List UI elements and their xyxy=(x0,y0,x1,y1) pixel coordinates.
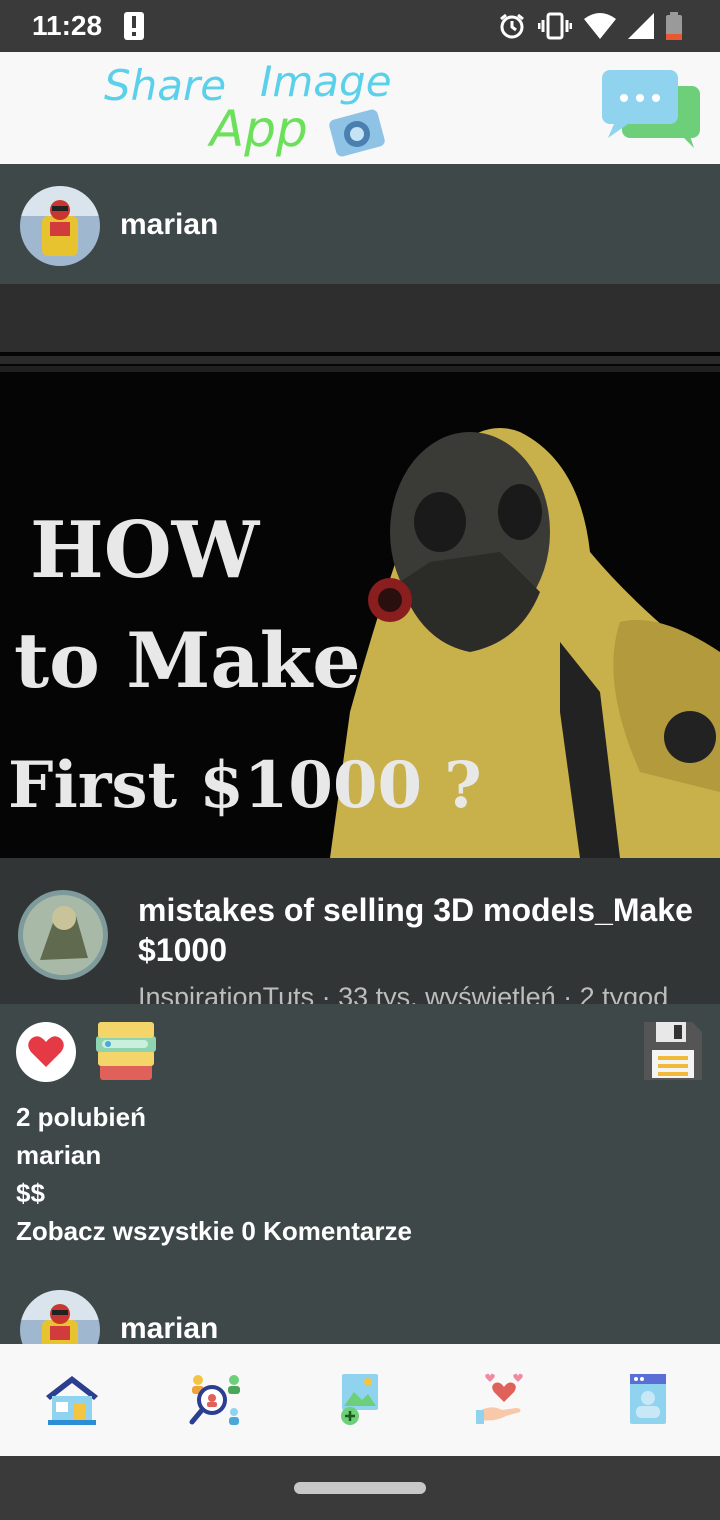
svg-text:Share: Share xyxy=(104,61,226,110)
home-icon[interactable] xyxy=(44,1372,100,1428)
signal-icon xyxy=(628,13,654,39)
next-post-avatar[interactable] xyxy=(20,1290,100,1344)
battery-icon xyxy=(666,12,682,40)
video-title[interactable]: mistakes of selling 3D models_Make $1000 xyxy=(138,890,718,970)
like-button[interactable] xyxy=(16,1022,76,1082)
heart-icon xyxy=(28,1036,64,1067)
chat-button[interactable] xyxy=(598,66,706,148)
svg-text:App: App xyxy=(207,100,308,158)
svg-text:Image: Image xyxy=(260,57,392,106)
status-bar: 11:28 xyxy=(0,0,720,52)
svg-text:to Make: to Make xyxy=(14,616,361,705)
bottom-nav xyxy=(0,1344,720,1456)
camera-icon xyxy=(329,109,385,157)
home-gesture-pill[interactable] xyxy=(294,1482,426,1494)
view-comments-link[interactable]: Zobacz wszystkie 0 Komentarze xyxy=(16,1216,412,1247)
status-time: 11:28 xyxy=(32,10,103,41)
post-header[interactable]: marian xyxy=(0,166,720,284)
system-nav-bar xyxy=(0,1456,720,1520)
channel-avatar[interactable] xyxy=(18,890,108,980)
caption-username[interactable]: marian xyxy=(16,1140,101,1171)
profile-icon[interactable] xyxy=(620,1372,676,1428)
post-image[interactable]: HOW to Make First $1000 ? xyxy=(0,352,720,858)
video-meta: InspirationTuts · 33 tys. wyświetleń · 2… xyxy=(138,982,669,1004)
donate-heart-icon[interactable] xyxy=(476,1372,532,1428)
media-spacer xyxy=(0,284,720,352)
caption-text: $$ xyxy=(16,1178,45,1208)
wifi-icon xyxy=(584,13,616,39)
next-post-header[interactable]: marian xyxy=(0,1284,720,1344)
app-bar: Share Image App xyxy=(0,52,720,164)
likes-count[interactable]: 2 polubień xyxy=(16,1102,146,1133)
svg-text:First $1000 ?: First $1000 ? xyxy=(8,748,482,823)
save-button[interactable] xyxy=(642,1020,704,1082)
alert-icon xyxy=(124,12,144,40)
user-avatar[interactable] xyxy=(20,186,100,266)
next-post-username[interactable]: marian xyxy=(120,1312,218,1344)
video-info[interactable]: mistakes of selling 3D models_Make $1000… xyxy=(0,858,720,1004)
post-username[interactable]: marian xyxy=(120,208,218,242)
alarm-icon xyxy=(500,13,524,39)
svg-text:HOW: HOW xyxy=(30,505,261,596)
app-logo: Share Image App xyxy=(104,57,392,158)
add-image-icon[interactable] xyxy=(332,1372,388,1428)
search-people-icon[interactable] xyxy=(188,1372,244,1428)
vibrate-icon xyxy=(538,12,572,40)
comments-button[interactable] xyxy=(96,1020,156,1082)
